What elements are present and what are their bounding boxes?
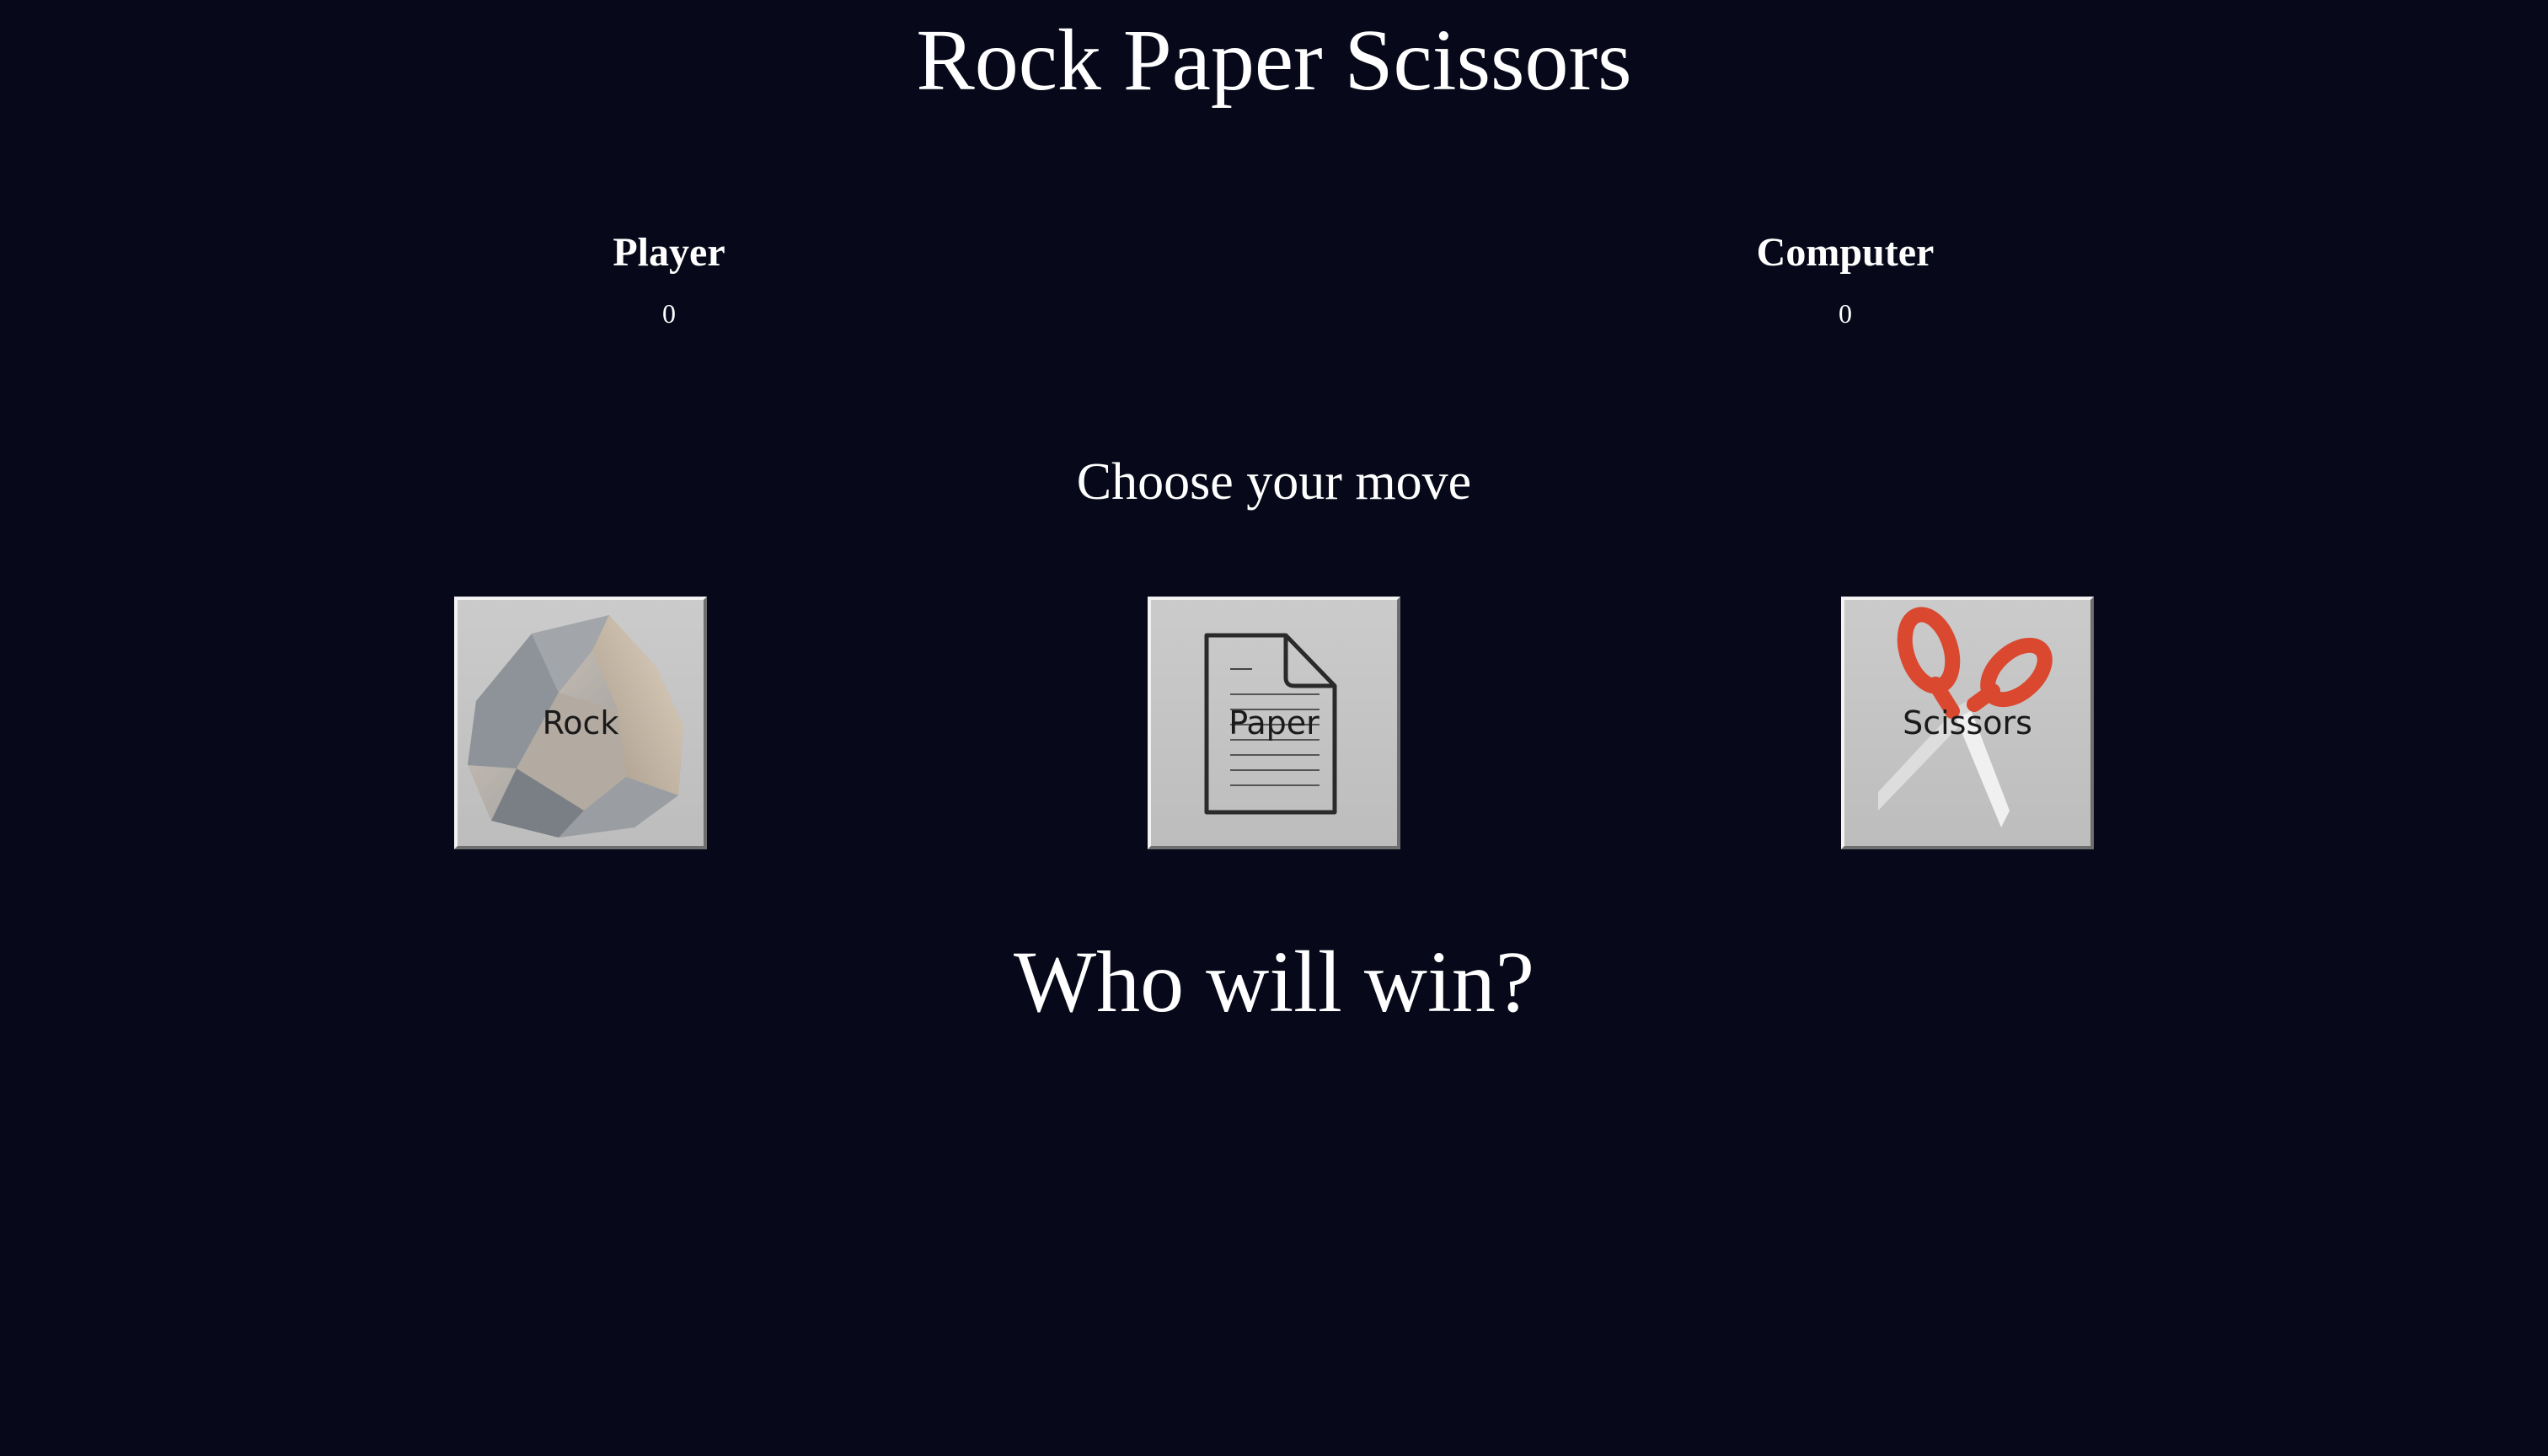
rock-button[interactable]: Rock	[454, 597, 707, 849]
computer-label: Computer	[1756, 230, 1935, 275]
computer-score: 0	[1839, 298, 1852, 329]
computer-score-panel: Computer 0	[1677, 226, 2014, 330]
player-label: Player	[613, 230, 725, 275]
scissors-label: Scissors	[1903, 704, 2032, 741]
paper-label: Paper	[1228, 704, 1320, 741]
move-prompt: Choose your move	[1076, 453, 1472, 511]
scissors-button[interactable]: Scissors	[1841, 597, 2094, 849]
paper-button[interactable]: Paper	[1148, 597, 1400, 849]
game-page: Rock Paper Scissors Player 0 Computer 0 …	[0, 0, 2548, 1456]
player-score-panel: Player 0	[500, 226, 838, 330]
page-title: Rock Paper Scissors	[916, 12, 1632, 109]
result-message: Who will win?	[1013, 934, 1535, 1030]
rock-label: Rock	[542, 704, 619, 741]
player-score: 0	[662, 298, 676, 329]
